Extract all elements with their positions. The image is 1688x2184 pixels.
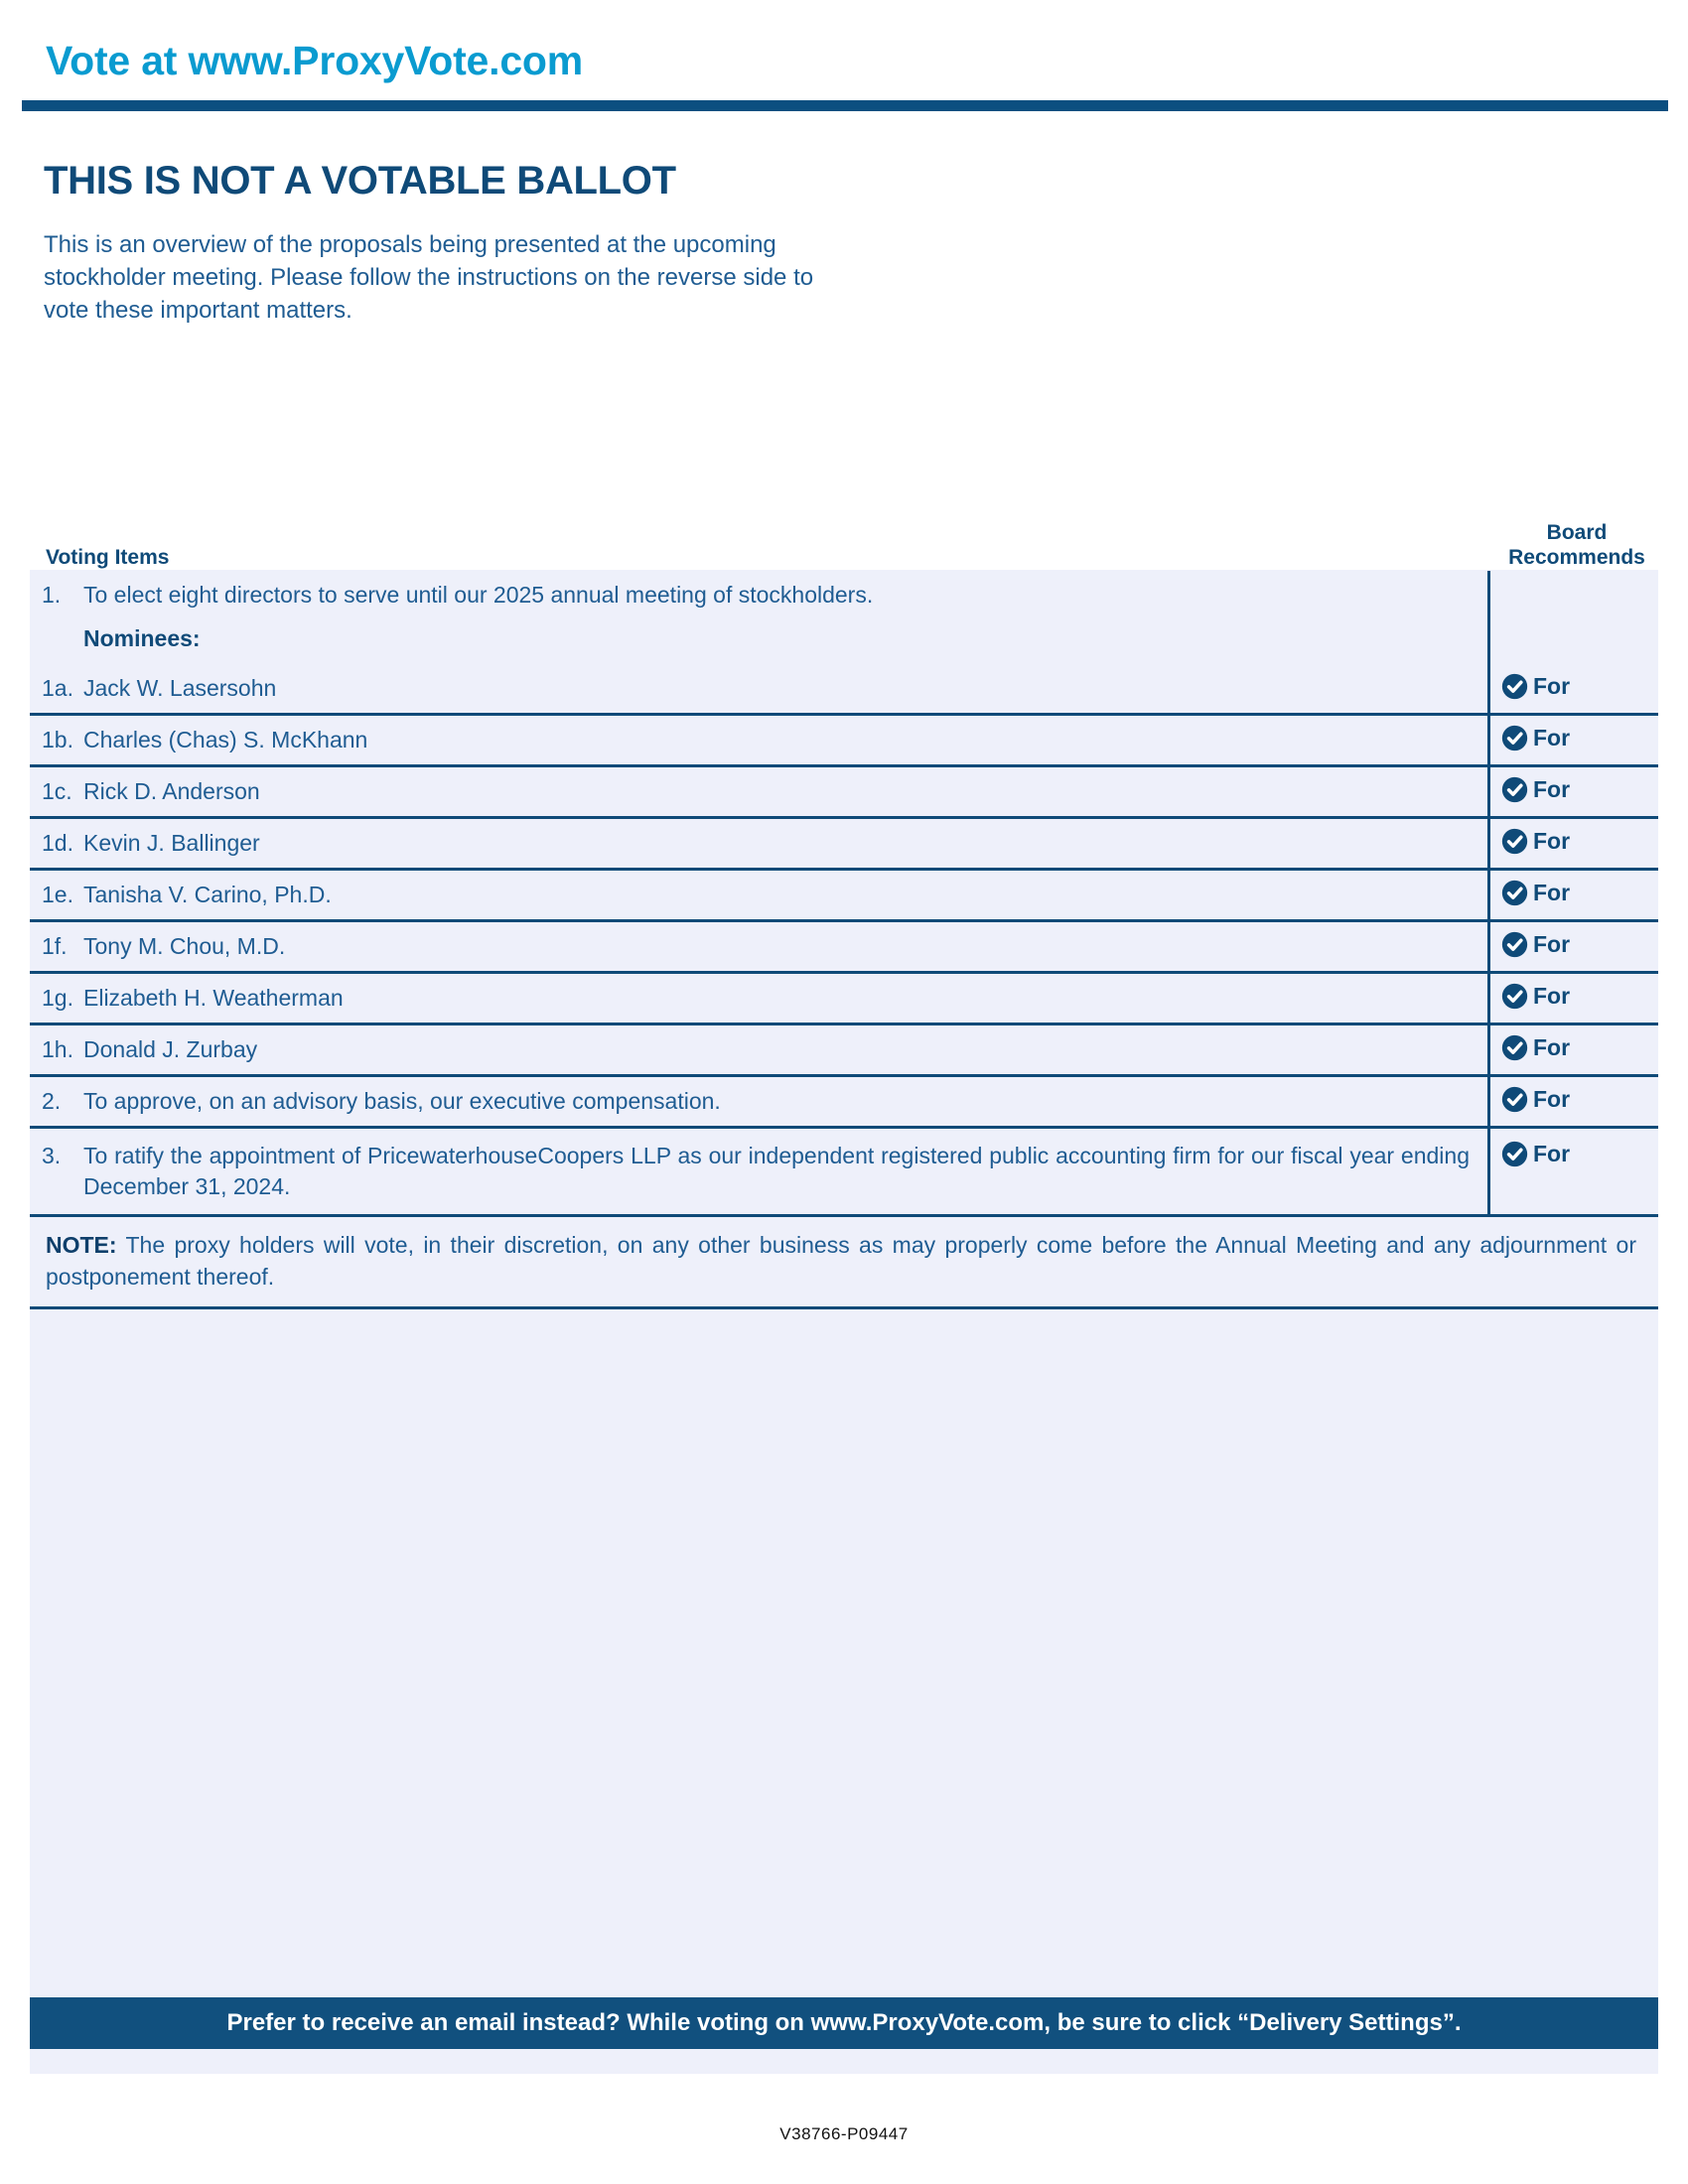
voting-items-body: 1. To elect eight directors to serve unt… [30,570,1658,1214]
row-number: 2. [42,1088,62,1114]
board-recommendation: For [1487,828,1658,855]
empty-panel [30,1309,1658,2074]
row-text: To elect eight directors to serve until … [83,582,874,608]
proxy-ballot-page: Vote at www.ProxyVote.com THIS IS NOT A … [0,0,1688,2184]
row-number: 1a. [42,675,73,701]
nominee-name: Elizabeth H. Weatherman [83,985,344,1011]
check-circle-icon [1501,1141,1528,1167]
control-number: V38766-P09447 [779,2124,909,2143]
recommendation-label: For [1533,828,1571,854]
board-recommendation: For [1487,880,1658,906]
check-circle-icon [1501,983,1528,1010]
board-recommendation: For [1487,776,1658,803]
intro-block: THIS IS NOT A VOTABLE BALLOT This is an … [44,157,937,327]
check-circle-icon [1501,1034,1528,1061]
table-row: 2. To approve, on an advisory basis, our… [30,1077,1658,1129]
board-recommendation: For [1487,931,1658,958]
proxyvote-header-title: Vote at www.ProxyVote.com [46,38,584,83]
check-circle-icon [1501,673,1528,700]
footer-message: Prefer to receive an email instead? Whil… [226,2009,1462,2036]
check-circle-icon [1501,828,1528,855]
page-header: Vote at www.ProxyVote.com [46,36,1654,91]
recommendation-label: For [1533,983,1571,1009]
board-header-line1: Board [1546,521,1608,544]
voting-items-table: Voting Items Board Recommends 1. To elec… [30,516,1658,2074]
header-divider-rule [22,100,1668,111]
nominee-name: Kevin J. Ballinger [83,830,260,856]
row-number: 1g. [42,985,73,1011]
row-number: 1e. [42,882,73,907]
check-circle-icon [1501,1086,1528,1113]
note-block: NOTE: The proxy holders will vote, in th… [30,1214,1658,1309]
recommendation-label: For [1533,1034,1571,1060]
nominee-name: Jack W. Lasersohn [83,675,277,701]
board-recommendation: For [1487,1086,1658,1113]
board-recommendation: For [1487,725,1658,751]
row-text: To approve, on an advisory basis, our ex… [83,1088,721,1114]
row-number: 1. [42,582,62,608]
check-circle-icon [1501,880,1528,906]
recommendation-label: For [1533,1086,1571,1112]
table-row: 1a. Jack W. Lasersohn For [30,664,1658,716]
check-circle-icon [1501,776,1528,803]
recommendation-label: For [1533,1141,1571,1166]
board-recommendation: For [1487,673,1658,700]
note-label: NOTE: [46,1232,117,1258]
recommendation-label: For [1533,673,1571,699]
nominee-name: Charles (Chas) S. McKhann [83,727,368,752]
row-number: 1f. [42,933,68,959]
intro-description: This is an overview of the proposals bei… [44,231,814,324]
row-number: 1d. [42,830,73,856]
nominee-name: Tony M. Chou, M.D. [83,933,286,959]
recommendation-label: For [1533,931,1571,957]
nominee-name: Tanisha V. Carino, Ph.D. [83,882,332,907]
table-row-proposal-1: 1. To elect eight directors to serve unt… [30,571,1658,619]
board-recommendation: For [1487,983,1658,1010]
check-circle-icon [1501,725,1528,751]
nominee-name: Rick D. Anderson [83,778,260,804]
row-number: 1b. [42,727,73,752]
recommendation-label: For [1533,725,1571,751]
board-recommendation: For [1487,1141,1658,1167]
board-header-line2: Recommends [1508,546,1645,569]
check-circle-icon [1501,931,1528,958]
table-row: 1f. Tony M. Chou, M.D. For [30,922,1658,974]
table-row: 1g. Elizabeth H. Weatherman For [30,974,1658,1025]
table-row: 1d. Kevin J. Ballinger For [30,819,1658,871]
table-row: 1c. Rick D. Anderson For [30,767,1658,819]
table-row: 1h. Donald J. Zurbay For [30,1025,1658,1077]
recommendation-label: For [1533,776,1571,802]
table-row: 3. To ratify the appointment of Pricewat… [30,1129,1658,1214]
nominee-name: Donald J. Zurbay [83,1036,258,1062]
table-row: 1e. Tanisha V. Carino, Ph.D. For [30,871,1658,922]
table-row: 1b. Charles (Chas) S. McKhann For [30,716,1658,767]
nominees-heading: Nominees: [83,625,201,651]
board-recommendation: For [1487,1034,1658,1061]
row-number: 1h. [42,1036,73,1062]
footer-bar: Prefer to receive an email instead? Whil… [30,1997,1658,2049]
page-title: THIS IS NOT A VOTABLE BALLOT [44,159,676,203]
table-column-headers: Voting Items Board Recommends [30,516,1658,570]
recommend-column-divider [1487,571,1490,1214]
recommendation-label: For [1533,880,1571,905]
table-row-nominees-label: Nominees: [30,619,1658,664]
row-number: 1c. [42,778,72,804]
row-number: 3. [42,1143,62,1168]
column-header-board-recommends: Board Recommends [1487,520,1666,570]
note-text: The proxy holders will vote, in their di… [46,1232,1636,1290]
column-header-voting-items: Voting Items [46,546,170,569]
row-text: To ratify the appointment of Pricewaterh… [83,1143,1470,1199]
